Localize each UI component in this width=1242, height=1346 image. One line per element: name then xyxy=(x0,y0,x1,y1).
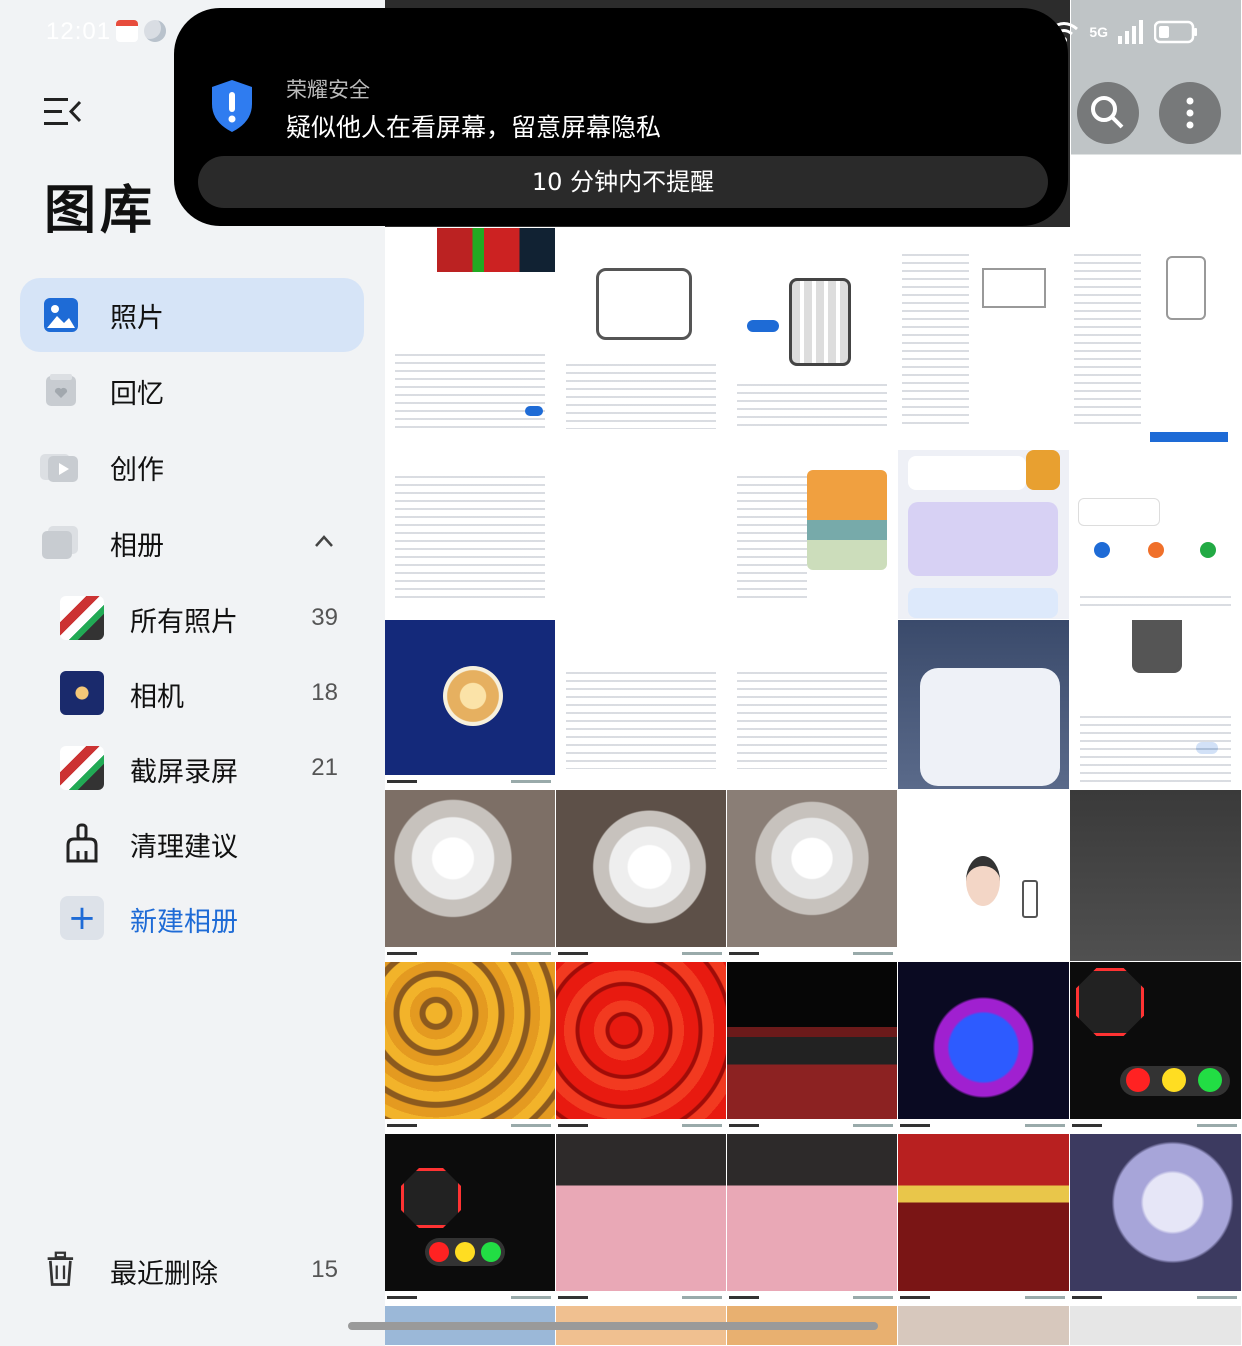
photo-thumbnail[interactable] xyxy=(556,790,727,962)
new-album-button[interactable]: + 新建相册 xyxy=(60,890,360,950)
album-count: 18 xyxy=(311,679,338,706)
status-icons-right: 5G xyxy=(1049,20,1198,44)
screenshot-thumbnail[interactable] xyxy=(385,450,556,620)
status-icons-left xyxy=(116,20,166,42)
snooze-button[interactable]: 10 分钟内不提醒 xyxy=(198,156,1048,208)
screenshot-thumbnail[interactable] xyxy=(556,450,727,620)
album-count: 39 xyxy=(311,604,338,631)
nav-label: 回忆 xyxy=(110,378,164,410)
photo-icon xyxy=(44,298,78,332)
broom-icon xyxy=(66,823,98,863)
recently-deleted[interactable]: 最近删除 15 xyxy=(40,1242,360,1302)
photo-thumbnail[interactable] xyxy=(1070,962,1242,1134)
battery-icon xyxy=(1154,20,1197,44)
nav-label: 创作 xyxy=(110,454,164,486)
nav-item-albums[interactable]: 相册 xyxy=(20,506,364,580)
weather-icon xyxy=(144,20,166,42)
photo-thumbnail[interactable] xyxy=(898,962,1070,1134)
screenshot-thumbnail[interactable] xyxy=(898,790,1070,962)
nav-label: 照片 xyxy=(110,302,164,334)
album-thumbnail xyxy=(60,596,104,640)
nav-item-photos[interactable]: 照片 xyxy=(20,278,364,352)
screenshot-thumbnail[interactable] xyxy=(556,228,727,450)
network-type: 5G xyxy=(1089,24,1108,40)
album-thumbnail xyxy=(60,671,104,715)
screenshot-thumbnail[interactable] xyxy=(1070,228,1242,450)
album-count: 21 xyxy=(311,754,338,781)
photo-thumbnail[interactable] xyxy=(385,962,556,1134)
album-label: 最近删除 xyxy=(110,1259,218,1290)
album-label: 相机 xyxy=(130,682,184,713)
screenshot-thumbnail[interactable] xyxy=(898,450,1070,620)
photo-thumbnail[interactable] xyxy=(727,790,898,962)
menu-collapse-icon[interactable] xyxy=(44,96,82,128)
create-icon xyxy=(40,454,78,482)
screenshot-thumbnail[interactable] xyxy=(898,228,1070,450)
search-icon xyxy=(1091,96,1124,129)
plus-icon: + xyxy=(60,896,104,940)
album-all-photos[interactable]: 所有照片 39 xyxy=(60,590,360,650)
album-count: 15 xyxy=(311,1256,338,1283)
screenshot-thumbnail[interactable] xyxy=(556,620,727,790)
calendar-icon xyxy=(116,20,138,42)
album-label: 新建相册 xyxy=(130,907,238,938)
memories-icon xyxy=(46,374,76,406)
screenshot-thumbnail[interactable] xyxy=(727,620,898,790)
more-vertical-icon xyxy=(1186,97,1194,129)
notification-app-name: 荣耀安全 xyxy=(286,78,370,102)
screenshot-thumbnail[interactable] xyxy=(385,620,556,790)
photo-thumbnail[interactable] xyxy=(556,962,727,1134)
notification-message: 疑似他人在看屏幕，留意屏幕隐私 xyxy=(286,113,662,142)
album-cleanup-suggestions[interactable]: 清理建议 xyxy=(60,815,360,875)
search-button[interactable] xyxy=(1077,82,1139,144)
photo-thumbnail[interactable] xyxy=(385,1134,556,1306)
status-time: 12:01 xyxy=(46,18,112,45)
nav-label: 相册 xyxy=(110,530,164,562)
horizontal-scrollbar[interactable] xyxy=(348,1322,878,1330)
shield-icon xyxy=(212,80,252,132)
album-thumbnail xyxy=(60,746,104,790)
nav-item-create[interactable]: 创作 xyxy=(20,430,364,504)
photo-thumbnail[interactable] xyxy=(1070,790,1242,962)
album-camera[interactable]: 相机 18 xyxy=(60,665,360,725)
trash-icon xyxy=(47,1251,74,1286)
photo-thumbnail[interactable] xyxy=(898,1306,1070,1346)
photo-thumbnail[interactable] xyxy=(727,962,898,1134)
photo-thumbnail[interactable] xyxy=(556,1134,727,1306)
screenshot-thumbnail[interactable] xyxy=(1070,450,1242,620)
screenshot-thumbnail[interactable] xyxy=(727,450,898,620)
nav-item-memories[interactable]: 回忆 xyxy=(20,354,364,428)
page-title: 图库 xyxy=(44,181,157,241)
screenshot-thumbnail[interactable] xyxy=(898,620,1070,790)
album-label: 所有照片 xyxy=(130,607,238,638)
chevron-up-icon[interactable] xyxy=(314,534,334,548)
album-label: 清理建议 xyxy=(130,832,238,863)
photo-thumbnail[interactable] xyxy=(727,1134,898,1306)
photo-thumbnail[interactable] xyxy=(385,790,556,962)
photo-thumbnail[interactable] xyxy=(898,1134,1070,1306)
album-label: 截屏录屏 xyxy=(130,757,238,788)
photo-thumbnail[interactable] xyxy=(1070,1134,1242,1306)
signal-icon xyxy=(1118,20,1143,44)
albums-icon xyxy=(42,526,78,559)
photo-thumbnail[interactable] xyxy=(1070,1306,1242,1346)
screenshot-thumbnail[interactable] xyxy=(385,228,556,450)
security-notification[interactable]: 荣耀安全 疑似他人在看屏幕，留意屏幕隐私 10 分钟内不提醒 xyxy=(174,8,1068,226)
screenshot-thumbnail[interactable] xyxy=(1070,620,1242,790)
album-screenshots[interactable]: 截屏录屏 21 xyxy=(60,740,360,800)
more-options-button[interactable] xyxy=(1159,82,1221,144)
screenshot-thumbnail[interactable] xyxy=(727,228,898,450)
